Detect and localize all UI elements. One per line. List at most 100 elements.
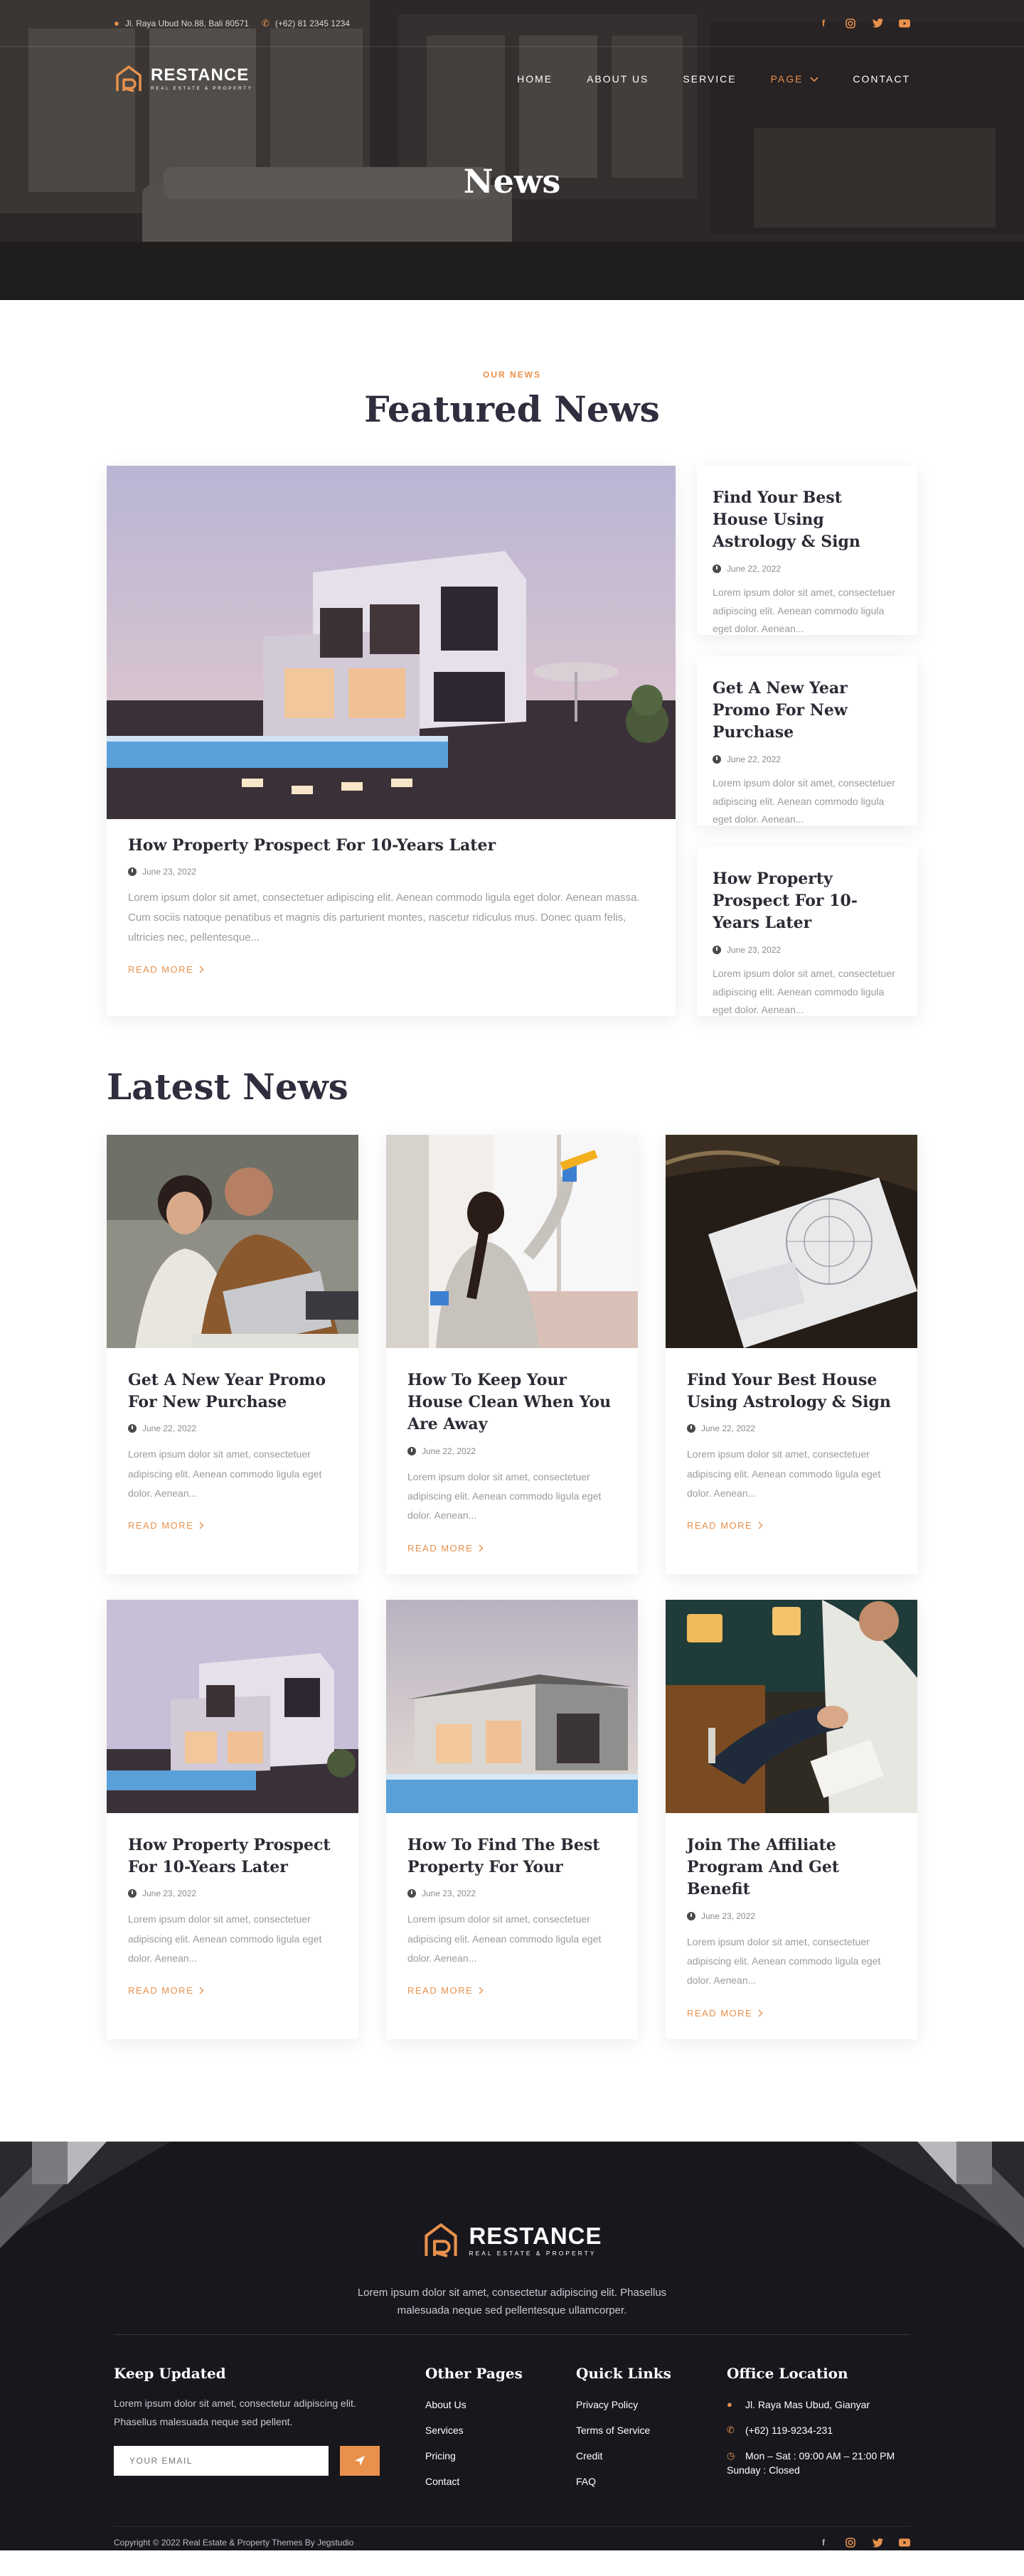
nav-item-contact[interactable]: CONTACT: [853, 73, 910, 85]
card-excerpt: Lorem ipsum dolor sit amet, consectetuer…: [687, 1935, 881, 1987]
news-card-image[interactable]: [386, 1600, 638, 1813]
read-more-label: READ MORE: [128, 1520, 194, 1532]
youtube-icon[interactable]: [899, 2537, 910, 2548]
read-more-link[interactable]: READ MORE: [128, 1520, 204, 1531]
footer-link-privacy-policy[interactable]: Privacy Policy: [576, 2399, 727, 2410]
card-excerpt: Lorem ipsum dolor sit amet, consectetuer…: [687, 1448, 881, 1500]
footer-other-pages: Other Pages About Us Services Pricing Co…: [425, 2365, 576, 2501]
nav-item-about-us[interactable]: ABOUT US: [587, 73, 649, 85]
news-card[interactable]: Join The Affiliate Program And Get Benef…: [666, 1600, 917, 2039]
instagram-icon[interactable]: [845, 18, 856, 29]
card-title[interactable]: How Property Prospect For 10-Years Later: [128, 835, 654, 857]
news-card[interactable]: Get A New Year Promo For New Purchase Ju…: [107, 1135, 358, 1574]
featured-side-card[interactable]: How Property Prospect For 10-Years Later…: [697, 847, 917, 1016]
card-date: June 22, 2022: [407, 1446, 617, 1456]
footer-logo[interactable]: RESTANCE REAL ESTATE & PROPERTY: [422, 2221, 602, 2260]
news-card[interactable]: Find Your Best House Using Astrology & S…: [666, 1135, 917, 1574]
other-pages-title: Other Pages: [425, 2365, 523, 2382]
section-eyebrow: OUR NEWS: [483, 370, 541, 380]
latest-news-grid: Get A New Year Promo For New Purchase Ju…: [107, 1135, 917, 2039]
phone-icon: ✆: [261, 17, 270, 28]
featured-side-card[interactable]: Get A New Year Promo For New Purchase Ju…: [697, 656, 917, 825]
footer-link-terms-of-service[interactable]: Terms of Service: [576, 2425, 727, 2436]
topbar-phone[interactable]: ✆ (+62) 81 2345 1234: [262, 18, 350, 29]
news-card-image[interactable]: [666, 1600, 917, 1813]
address-text: Jl. Raya Ubud No.88, Bali 80571: [124, 18, 249, 28]
nav-item-page[interactable]: PAGE: [771, 73, 819, 85]
office-title: Office Location: [727, 2365, 848, 2382]
footer-description: Lorem ipsum dolor sit amet, consectetur …: [357, 2287, 667, 2316]
read-more-link[interactable]: READ MORE: [128, 1985, 204, 1996]
card-excerpt: Lorem ipsum dolor sit amet, consectetuer…: [713, 967, 895, 1016]
footer-link-faq[interactable]: FAQ: [576, 2476, 727, 2487]
instagram-icon[interactable]: [845, 2537, 856, 2548]
read-more-link[interactable]: READ MORE: [128, 964, 204, 975]
featured-main-body: How Property Prospect For 10-Years Later…: [107, 819, 676, 976]
news-card-image[interactable]: [107, 1600, 358, 1813]
subscribe-button[interactable]: [340, 2445, 380, 2476]
card-date: June 23, 2022: [128, 867, 654, 877]
nav-item-home[interactable]: HOME: [517, 73, 553, 85]
news-card-image[interactable]: [666, 1135, 917, 1348]
read-more-link[interactable]: READ MORE: [687, 2008, 763, 2019]
chevron-right-icon: [199, 1987, 204, 1994]
office-phone[interactable]: ✆ (+62) 119-9234-231: [727, 2425, 910, 2436]
card-title[interactable]: Find Your Best House Using Astrology & S…: [713, 487, 902, 554]
featured-side-card[interactable]: Find Your Best House Using Astrology & S…: [697, 466, 917, 635]
youtube-icon[interactable]: [899, 18, 910, 29]
footer-office-location: Office Location ● Jl. Raya Mas Ubud, Gia…: [727, 2365, 910, 2501]
card-title[interactable]: How Property Prospect For 10-Years Later: [128, 1834, 337, 1878]
footer-link-pricing[interactable]: Pricing: [425, 2450, 576, 2462]
chevron-right-icon: [199, 1522, 204, 1529]
read-more-link[interactable]: READ MORE: [407, 1543, 484, 1554]
card-title[interactable]: Get A New Year Promo For New Purchase: [128, 1369, 337, 1413]
office-hours-text: Mon – Sat : 09:00 AM – 21:00 PM: [745, 2450, 895, 2462]
facebook-icon[interactable]: f: [818, 2537, 829, 2548]
twitter-icon[interactable]: [872, 2537, 883, 2548]
twitter-icon[interactable]: [872, 18, 883, 29]
clock-icon: [407, 1889, 416, 1898]
brand-logo[interactable]: RESTANCE REAL ESTATE & PROPERTY: [114, 64, 253, 94]
quick-links-list: Privacy Policy Terms of Service Credit F…: [576, 2399, 727, 2487]
card-title[interactable]: How Property Prospect For 10-Years Later: [713, 868, 902, 935]
nav-item-service[interactable]: SERVICE: [683, 73, 736, 85]
section-title: Latest News: [107, 1066, 348, 1108]
card-title[interactable]: Join The Affiliate Program And Get Benef…: [687, 1834, 896, 1901]
read-more-link[interactable]: READ MORE: [687, 1520, 763, 1531]
news-card-body: Get A New Year Promo For New Purchase Ju…: [107, 1348, 358, 1532]
news-card[interactable]: How Property Prospect For 10-Years Later…: [107, 1600, 358, 2039]
date-text: June 23, 2022: [142, 867, 197, 877]
topbar-address: ● Jl. Raya Ubud No.88, Bali 80571: [114, 18, 249, 28]
news-card-image[interactable]: [107, 1135, 358, 1348]
news-card[interactable]: How To Keep Your House Clean When You Ar…: [386, 1135, 638, 1574]
card-title[interactable]: Get A New Year Promo For New Purchase: [713, 678, 902, 744]
date-text: June 22, 2022: [727, 754, 782, 764]
card-title[interactable]: How To Keep Your House Clean When You Ar…: [407, 1369, 617, 1436]
card-title[interactable]: Find Your Best House Using Astrology & S…: [687, 1369, 896, 1413]
news-card-body: How To Keep Your House Clean When You Ar…: [386, 1348, 638, 1555]
brand-name: RESTANCE: [151, 65, 250, 85]
newsletter-form: [114, 2445, 425, 2476]
hero-banner: ● Jl. Raya Ubud No.88, Bali 80571 ✆ (+62…: [0, 0, 1024, 300]
featured-main-image[interactable]: [107, 466, 676, 819]
card-title[interactable]: How To Find The Best Property For Your: [407, 1834, 617, 1878]
read-more-label: READ MORE: [128, 1985, 194, 1997]
featured-side-list: Find Your Best House Using Astrology & S…: [697, 466, 917, 1016]
read-more-label: READ MORE: [687, 1520, 753, 1532]
footer-link-credit[interactable]: Credit: [576, 2450, 727, 2462]
footer-quick-links: Quick Links Privacy Policy Terms of Serv…: [576, 2365, 727, 2501]
footer-link-services[interactable]: Services: [425, 2425, 576, 2436]
facebook-icon[interactable]: f: [818, 18, 829, 29]
email-input[interactable]: [114, 2445, 329, 2476]
news-card[interactable]: How To Find The Best Property For Your J…: [386, 1600, 638, 2039]
read-more-link[interactable]: READ MORE: [407, 1985, 484, 1996]
read-more-label: READ MORE: [128, 964, 194, 976]
news-card-image[interactable]: [386, 1135, 638, 1348]
card-date: June 22, 2022: [713, 564, 902, 574]
read-more-label: READ MORE: [407, 1542, 474, 1554]
card-date: June 23, 2022: [407, 1888, 617, 1898]
footer-link-about-us[interactable]: About Us: [425, 2399, 576, 2410]
latest-news-section: Latest News Get A New Year Promo For New…: [0, 1016, 1024, 2039]
featured-main-card[interactable]: How Property Prospect For 10-Years Later…: [107, 466, 676, 1016]
footer-link-contact[interactable]: Contact: [425, 2476, 576, 2487]
